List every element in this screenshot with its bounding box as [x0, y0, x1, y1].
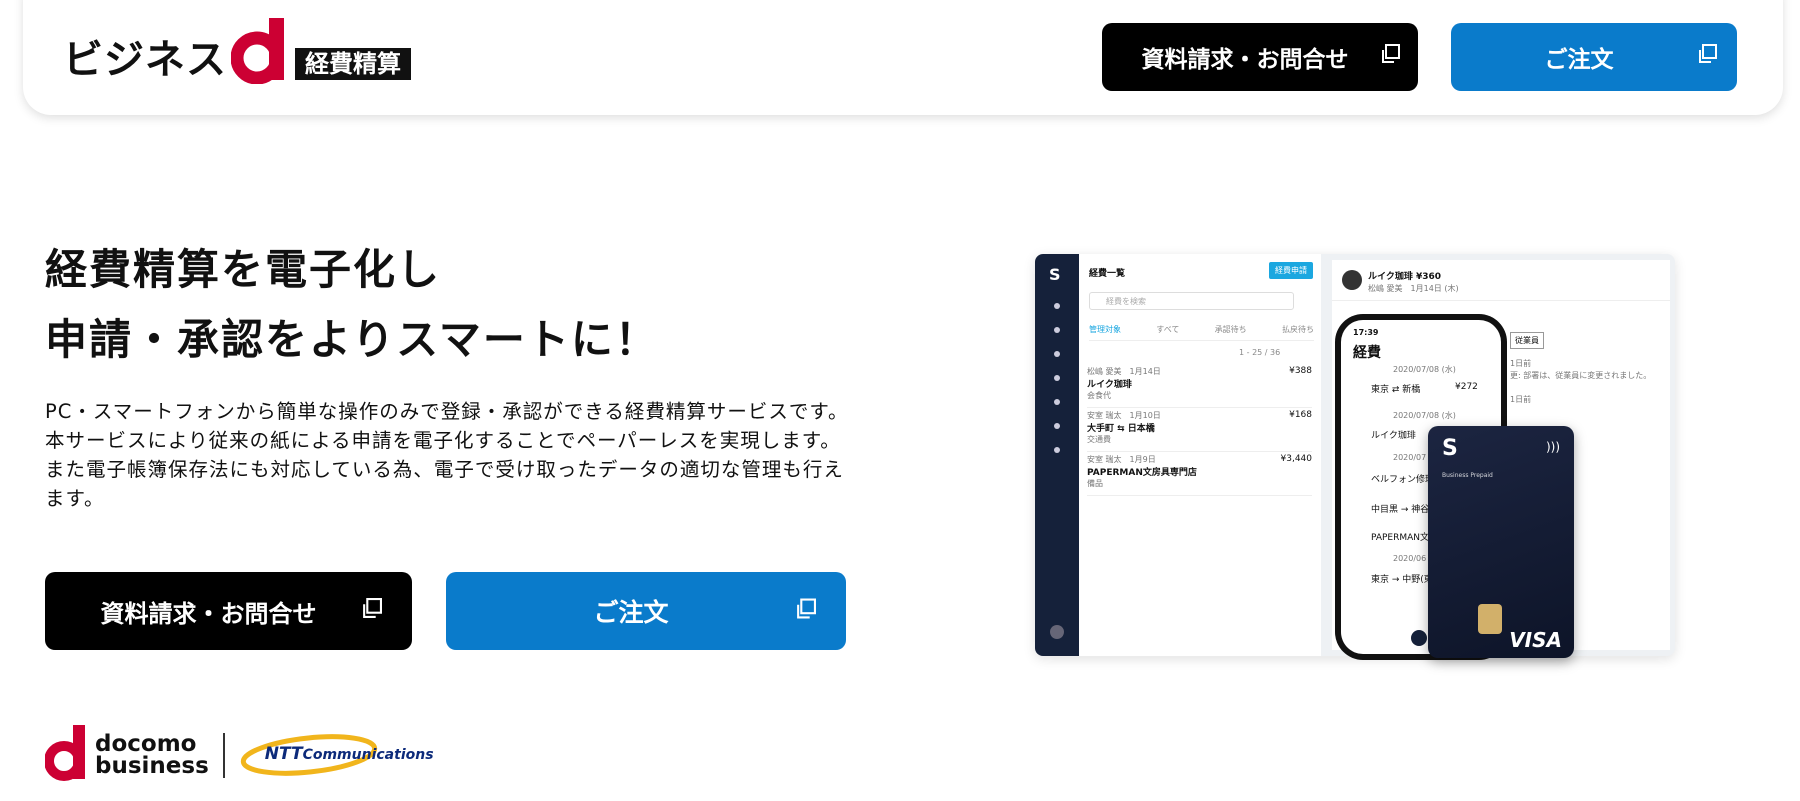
phone-add-icon [1411, 630, 1427, 646]
mock-detail-line2: 更: 部署は、従業員に変更されました。 [1510, 371, 1652, 380]
mock-row-title: ルイク珈琲 [1087, 380, 1132, 390]
ntt-text: NTTCommunications [265, 744, 434, 764]
mock-search-input: 経費を検索 [1089, 292, 1294, 310]
header-order-label: ご注文 [1544, 47, 1614, 73]
footer-logos: docomo business NTTCommunications [44, 725, 434, 785]
header-order-button[interactable]: ご注文 [1451, 23, 1737, 91]
logo-text: ビジネス [63, 37, 227, 83]
ntt-communications-logo: NTTCommunications [239, 730, 434, 780]
mock-pager: 1 - 25 / 36 [1239, 348, 1281, 357]
docomo-business-logo: docomo business [95, 731, 209, 779]
mock-tab: 承認待ち [1214, 325, 1247, 334]
mock-sidebar-icons: S [1049, 265, 1064, 639]
phone-title: 経費 [1353, 345, 1381, 361]
mock-tabs: 管理対象 すべて 承認待ち 払戻待ち [1089, 324, 1314, 341]
header-inquiry-label: 資料請求・お問合せ [1141, 47, 1349, 73]
mock-row-title: 大手町 ⇆ 日本橋 [1087, 424, 1155, 434]
mock-row-title: PAPERMAN文房具専門店 [1087, 468, 1197, 478]
mock-row-sub: 会食代 [1087, 391, 1111, 400]
phone-item-amount: ¥272 [1455, 382, 1478, 392]
mock-detail-line3: 1日前 [1510, 395, 1532, 404]
contactless-icon: ))) [1545, 440, 1560, 454]
card-chip-icon [1478, 604, 1502, 634]
header-inquiry-button[interactable]: 資料請求・お問合せ [1102, 23, 1418, 91]
external-link-icon [795, 597, 816, 626]
mock-divider [1332, 300, 1670, 301]
phone-item: ルイク珈琲 [1371, 431, 1416, 441]
mock-tab: 払戻待ち [1281, 325, 1314, 334]
phone-item: 東京 ⇄ 新橋 [1371, 385, 1421, 395]
mock-row-amount: ¥388 [1289, 366, 1312, 376]
mock-detail-title: ルイク珈琲 ¥360 [1368, 272, 1442, 282]
hero-order-label: ご注文 [593, 598, 669, 627]
hero-inquiry-label: 資料請求・お問合せ [100, 599, 317, 628]
mock-list-row: 安室 瑞太 1月9日 PAPERMAN文房具専門店 備品 ¥3,440 [1087, 454, 1312, 496]
phone-date: 2020/06 [1393, 554, 1427, 563]
mock-detail-line1: 1日前 [1510, 359, 1532, 368]
external-link-icon [1697, 44, 1717, 70]
mock-prepaid-card: S ))) Business Prepaid VISA [1428, 426, 1574, 658]
mock-list-row: 安室 瑞太 1月10日 大手町 ⇆ 日本橋 交通費 ¥168 [1087, 410, 1312, 452]
mock-detail-sub: 松嶋 愛美 1月14日 (木) [1368, 284, 1459, 293]
mock-expense-list: 経費一覧 経費申請 経費を検索 管理対象 すべて 承認待ち 払戻待ち 1 - 2… [1079, 254, 1321, 656]
mock-row-sub: 備品 [1087, 479, 1103, 488]
mock-avatar [1342, 270, 1362, 290]
hero-description: PC・スマートフォンから簡単な操作のみで登録・承認ができる経費精算サービスです。… [45, 397, 895, 513]
hero-title-line1: 経費精算を電子化し [45, 245, 442, 294]
hero-title-line2: 申請・承認をよりスマートに！ [45, 315, 659, 364]
phone-date: 2020/07 [1393, 453, 1427, 462]
mock-row-meta: 松嶋 愛美 1月14日 [1087, 367, 1161, 376]
phone-date: 2020/07/08 (水) [1393, 365, 1456, 374]
mock-row-meta: 安室 瑞太 1月10日 [1087, 411, 1161, 420]
mock-row-amount: ¥3,440 [1280, 454, 1313, 464]
mock-row-sub: 交通費 [1087, 435, 1111, 444]
hero-desc-line3: また電子帳簿保存法にも対応している為、電子で受け取ったデータの適切な管理も行え [45, 458, 844, 481]
mock-tab: 管理対象 [1089, 325, 1121, 334]
docomo-d-icon [44, 725, 87, 785]
external-link-icon [1380, 44, 1400, 70]
docomo-line2: business [95, 753, 209, 779]
card-label: Business Prepaid [1442, 472, 1493, 479]
docomo-d-icon [230, 18, 287, 88]
svg-text:S: S [1049, 265, 1061, 284]
external-link-icon [361, 597, 382, 625]
docomo-line1: docomo [95, 731, 197, 757]
hero-title: 経費精算を電子化し 申請・承認をよりスマートに！ [45, 235, 659, 375]
site-header: ビジネス 経費精算 資料請求・お問合せ ご注文 [23, 0, 1783, 115]
business-d-logo[interactable]: ビジネス 経費精算 [63, 18, 411, 88]
mock-list-row: 松嶋 愛美 1月14日 ルイク珈琲 会食代 ¥388 [1087, 366, 1312, 408]
phone-date: 2020/07/08 (水) [1393, 411, 1456, 420]
phone-item: ベルフォン修理 [1371, 475, 1435, 485]
hero-desc-line1: PC・スマートフォンから簡単な操作のみで登録・承認ができる経費精算サービスです。 [45, 400, 849, 423]
mock-list-title: 経費一覧 [1089, 269, 1126, 279]
card-logo-icon: S [1442, 436, 1458, 461]
mock-detail-badge: 従業員 [1510, 332, 1544, 349]
hero-desc-line4: ます。 [45, 487, 105, 510]
ntt-suffix: Communications [302, 747, 434, 763]
logo-divider [222, 732, 225, 778]
hero-desc-line2: 本サービスにより従来の紙による申請を電子化することでペーパーレスを実現します。 [45, 429, 841, 452]
logo-badge: 経費精算 [295, 48, 411, 80]
mock-row-meta: 安室 瑞太 1月9日 [1087, 455, 1156, 464]
mock-row-amount: ¥168 [1289, 410, 1312, 420]
ntt-prefix: NTT [264, 744, 303, 764]
mock-sidebar: S [1035, 254, 1079, 656]
mock-apply-button: 経費申請 [1269, 262, 1313, 279]
phone-time: 17:39 [1353, 328, 1379, 337]
hero-order-button[interactable]: ご注文 [446, 572, 846, 650]
phone-item: PAPERMAN文 [1371, 533, 1430, 543]
card-brand: VISA [1509, 628, 1562, 652]
hero-inquiry-button[interactable]: 資料請求・お問合せ [45, 572, 412, 650]
mock-tab: すべて [1156, 325, 1180, 334]
